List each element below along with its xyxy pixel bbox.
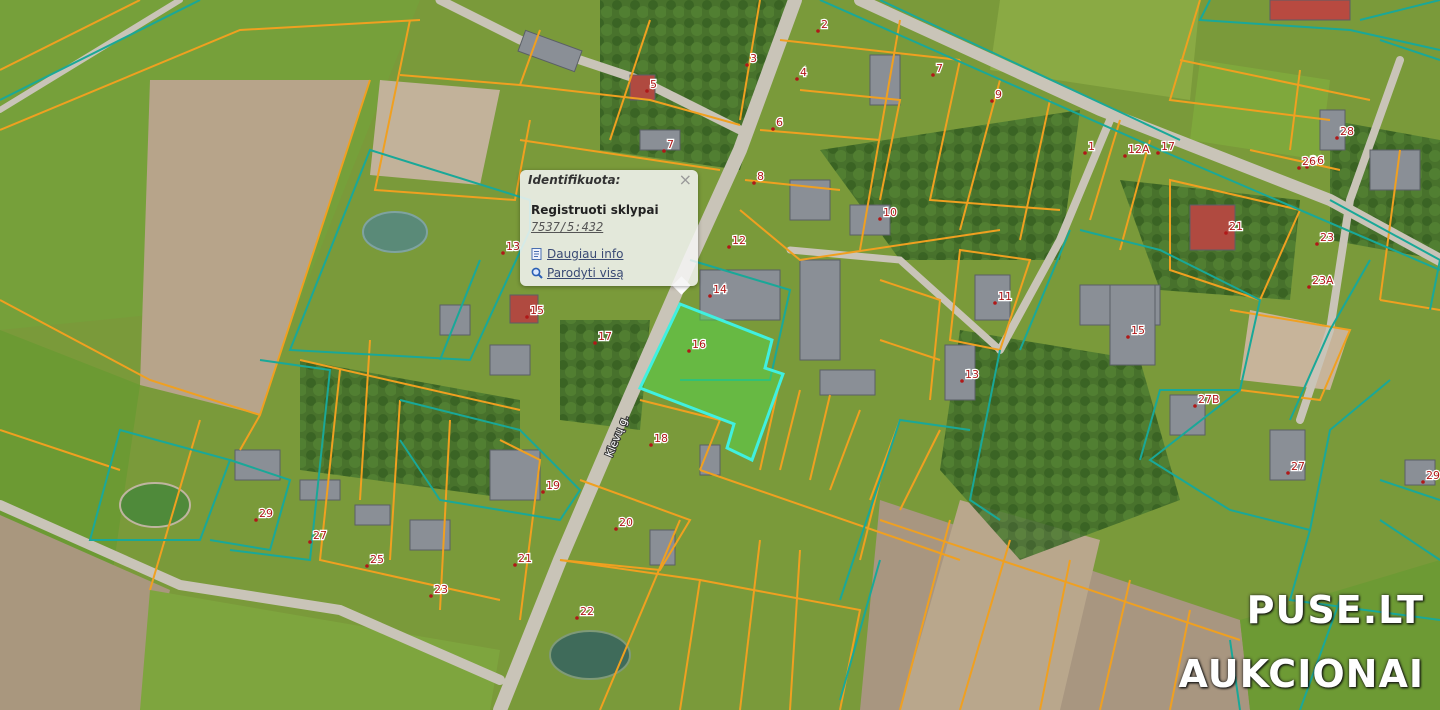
parcel-id-link[interactable]: 7537/5:432 [531, 220, 603, 234]
pond [549, 630, 631, 680]
address-point [1156, 151, 1160, 155]
house-number-label: 13 [506, 240, 520, 253]
address-point [931, 73, 935, 77]
address-point [1083, 151, 1087, 155]
address-point [513, 563, 517, 567]
address-point [541, 490, 545, 494]
house-number-label: 16 [692, 338, 706, 351]
address-point [1315, 242, 1319, 246]
house-number-label: 14 [713, 283, 727, 296]
house-number-label: 23A [1312, 274, 1334, 287]
address-point [649, 443, 653, 447]
address-point [1224, 231, 1228, 235]
address-point [501, 251, 505, 255]
house-number-label: 26 [1302, 155, 1316, 168]
house-number-label: 27 [313, 529, 327, 542]
address-point [708, 294, 712, 298]
address-point [1421, 480, 1425, 484]
address-point [645, 89, 649, 93]
document-icon [531, 248, 542, 260]
address-point [816, 29, 820, 33]
house-number-label: 29 [259, 507, 273, 520]
house-number-label: 18 [654, 432, 668, 445]
house-number-label: 15 [530, 304, 544, 317]
house-number-label: 2 [821, 18, 828, 31]
address-point [1335, 136, 1339, 140]
show-all-label[interactable]: Parodyti visą [547, 266, 624, 280]
layer-name: Registruoti sklypai [531, 203, 659, 217]
popup-title: Identifikuota: [528, 173, 621, 187]
house-number-label: 11 [998, 290, 1012, 303]
house-number-label: 29 [1426, 469, 1440, 482]
address-point [1193, 404, 1197, 408]
address-point [878, 217, 882, 221]
house-number-label: 17 [1161, 140, 1175, 153]
address-point [429, 594, 433, 598]
house-number-label: 21 [1229, 220, 1243, 233]
house-number-label: 4 [800, 66, 807, 79]
address-point [771, 127, 775, 131]
house-number-label: 6 [776, 116, 783, 129]
address-point [752, 181, 756, 185]
address-point [1307, 285, 1311, 289]
satellite-map[interactable]: 2345677891011121313141515161718192021212… [0, 0, 1440, 710]
pond [362, 211, 428, 253]
address-point [1126, 335, 1130, 339]
address-point [687, 349, 691, 353]
house-number-label: 3 [750, 52, 757, 65]
house-number-label: 25 [370, 553, 384, 566]
house-number-label: 9 [995, 88, 1002, 101]
house-number-label: 10 [883, 206, 897, 219]
house-number-label: 22 [580, 605, 594, 618]
address-point [593, 341, 597, 345]
watermark-line1: PUSE.LT [1246, 588, 1424, 632]
address-point [990, 99, 994, 103]
address-point [1297, 166, 1301, 170]
house-number-label: 12A [1128, 143, 1150, 156]
house-number-label: 17 [598, 330, 612, 343]
address-point [575, 616, 579, 620]
address-point [365, 564, 369, 568]
magnifier-icon [531, 267, 543, 279]
house-number-label: 7 [936, 62, 943, 75]
address-point [1286, 471, 1290, 475]
address-point [254, 518, 258, 522]
identify-popup: Identifikuota: × Registruoti sklypai 753… [520, 170, 698, 286]
house-number-label: 21 [518, 552, 532, 565]
address-point [745, 63, 749, 67]
address-point [662, 149, 666, 153]
show-all-link[interactable]: Parodyti visą [531, 266, 624, 280]
watermark-line2: AUKCIONAI [1178, 652, 1424, 696]
house-number-label: 28 [1340, 125, 1354, 138]
house-number-label: 23 [434, 583, 448, 596]
house-number-label: 7 [667, 138, 674, 151]
house-number-label: 27B [1198, 393, 1220, 406]
house-number-label: 19 [546, 479, 560, 492]
house-number-label: 8 [757, 170, 764, 183]
house-number-label: 23 [1320, 231, 1334, 244]
close-icon[interactable]: × [679, 171, 692, 189]
address-point [1123, 154, 1127, 158]
address-point [525, 315, 529, 319]
address-point [308, 540, 312, 544]
house-number-label: 13 [965, 368, 979, 381]
house-number-label: 15 [1131, 324, 1145, 337]
address-point [993, 301, 997, 305]
more-info-label[interactable]: Daugiau info [547, 247, 623, 261]
address-point [727, 245, 731, 249]
house-number-label: 12 [732, 234, 746, 247]
address-point [960, 379, 964, 383]
house-number-label: 27 [1291, 460, 1305, 473]
house-number-label: 5 [650, 78, 657, 91]
more-info-link[interactable]: Daugiau info [531, 247, 623, 261]
house-number-label: 20 [619, 516, 633, 529]
address-point [614, 527, 618, 531]
address-point [795, 77, 799, 81]
house-number-label: 1 [1088, 140, 1095, 153]
